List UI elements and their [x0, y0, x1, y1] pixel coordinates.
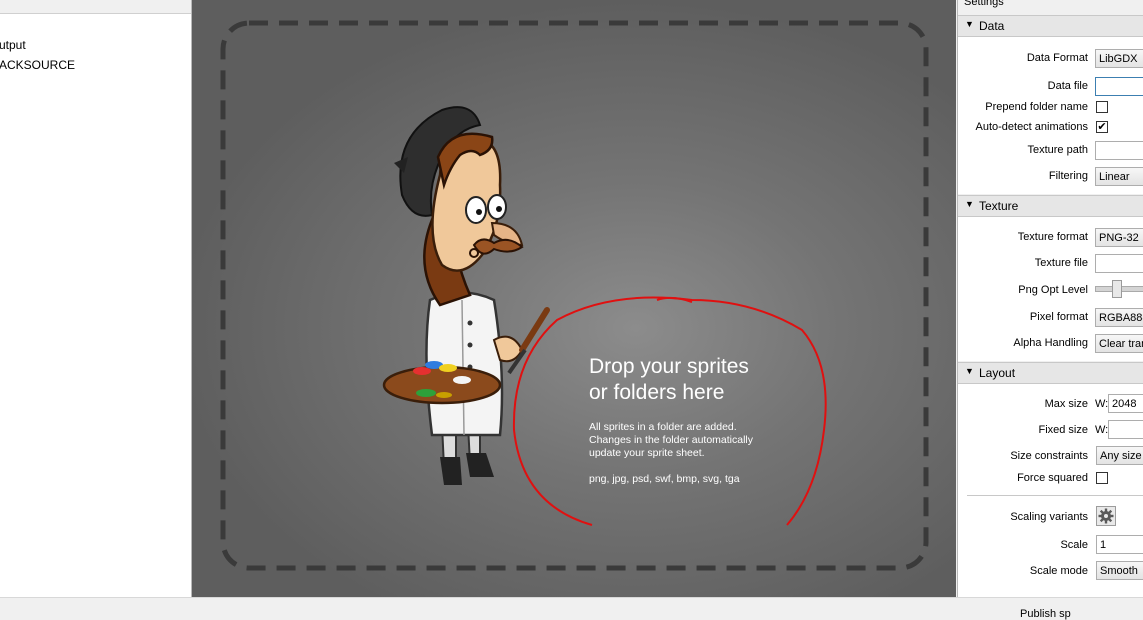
drop-title-line2: or folders here: [589, 381, 725, 404]
max-size-label: Max size: [1044, 398, 1088, 410]
fixed-size-label: Fixed size: [1038, 424, 1088, 436]
alpha-handling-select[interactable]: Clear transparent pixels: [1095, 334, 1143, 353]
prepend-folder-label: Prepend folder name: [985, 101, 1088, 113]
filtering-label: Filtering: [1048, 170, 1088, 182]
sprite-tree-panel: utput ACKSOURCE: [0, 0, 192, 597]
sprite-drop-area[interactable]: Drop your sprites or folders here All sp…: [192, 0, 956, 597]
data-format-select[interactable]: LibGDX: [1095, 49, 1143, 68]
max-size-w-label: W:: [1095, 398, 1109, 410]
tree-header: [0, 0, 191, 14]
prepend-folder-checkbox[interactable]: [1096, 101, 1108, 113]
section-body-data: Data Format LibGDX Data file Prepend fol…: [958, 37, 1143, 194]
png-opt-level-slider-thumb[interactable]: [1112, 280, 1122, 298]
size-constraints-label: Size constraints: [1010, 450, 1088, 462]
red-annotation-circle: [512, 296, 827, 526]
data-file-input[interactable]: [1095, 77, 1143, 96]
layout-divider: [967, 495, 1143, 496]
max-size-width-input[interactable]: 2048: [1108, 394, 1143, 413]
publish-button-partial[interactable]: Publish sp: [1020, 608, 1071, 620]
force-squared-checkbox[interactable]: [1096, 472, 1108, 484]
drop-title-line1: Drop your sprites: [589, 355, 749, 378]
settings-title: Settings: [964, 0, 1004, 8]
alpha-handling-label: Alpha Handling: [1013, 337, 1088, 349]
fixed-size-w-label: W:: [1095, 424, 1109, 436]
scale-mode-select[interactable]: Smooth: [1096, 561, 1143, 580]
section-label-texture: Texture: [979, 199, 1019, 213]
collapse-triangle-icon: ▼: [965, 366, 974, 376]
data-format-label: Data Format: [1026, 52, 1088, 64]
settings-panel: Settings ▼ Data Data Format LibGDX Data …: [957, 0, 1143, 597]
drop-instructions-description: All sprites in a folder are added. Chang…: [589, 421, 789, 460]
texture-path-label: Texture path: [1027, 144, 1088, 156]
section-header-data[interactable]: ▼ Data: [958, 15, 1143, 37]
gear-icon: [1098, 508, 1114, 524]
drop-instructions-title: Drop your sprites or folders here: [589, 354, 819, 406]
scale-input[interactable]: 1: [1096, 535, 1143, 554]
section-header-texture[interactable]: ▼ Texture: [958, 195, 1143, 217]
pixel-format-label: Pixel format: [1029, 311, 1088, 323]
supported-formats-text: png, jpg, psd, swf, bmp, svg, tga: [589, 473, 740, 485]
autodetect-animations-checkbox[interactable]: ✔: [1096, 121, 1108, 133]
section-body-texture: Texture format PNG-32 Texture file Png O…: [958, 217, 1143, 361]
collapse-triangle-icon: ▼: [965, 199, 974, 209]
tree-item-stacksource[interactable]: ACKSOURCE: [0, 58, 75, 72]
section-label-data: Data: [979, 19, 1005, 33]
png-opt-level-label: Png Opt Level: [1018, 284, 1088, 296]
autodetect-animations-label: Auto-detect animations: [975, 121, 1088, 133]
scaling-variants-label: Scaling variants: [1010, 511, 1088, 523]
drop-desc-line2: Changes in the folder automatically: [589, 434, 754, 446]
tree-item-output[interactable]: utput: [0, 38, 26, 52]
section-label-layout: Layout: [979, 366, 1016, 380]
scale-label: Scale: [1060, 539, 1088, 551]
fixed-size-width-input[interactable]: [1108, 420, 1143, 439]
data-file-label: Data file: [1047, 80, 1088, 92]
texture-format-select[interactable]: PNG-32: [1095, 228, 1143, 247]
drop-desc-line3: update your sprite sheet.: [589, 447, 705, 459]
texture-file-input[interactable]: [1095, 254, 1143, 273]
drop-desc-line1: All sprites in a folder are added.: [589, 421, 737, 433]
size-constraints-select[interactable]: Any size: [1096, 446, 1143, 465]
force-squared-label: Force squared: [1017, 472, 1088, 484]
texture-path-input[interactable]: [1095, 141, 1143, 160]
scaling-variants-button[interactable]: [1096, 506, 1116, 526]
pixel-format-select[interactable]: RGBA8888: [1095, 308, 1143, 327]
texture-file-label: Texture file: [1034, 257, 1088, 269]
texture-format-label: Texture format: [1017, 231, 1088, 243]
section-body-layout: Max size W: 2048 Fixed size W: Size cons…: [958, 384, 1143, 597]
bottom-status-bar: Publish sp: [0, 597, 1143, 620]
collapse-triangle-icon: ▼: [965, 19, 974, 29]
filtering-select[interactable]: Linear: [1095, 167, 1143, 186]
section-header-layout[interactable]: ▼ Layout: [958, 362, 1143, 384]
scale-mode-label: Scale mode: [1029, 565, 1088, 577]
